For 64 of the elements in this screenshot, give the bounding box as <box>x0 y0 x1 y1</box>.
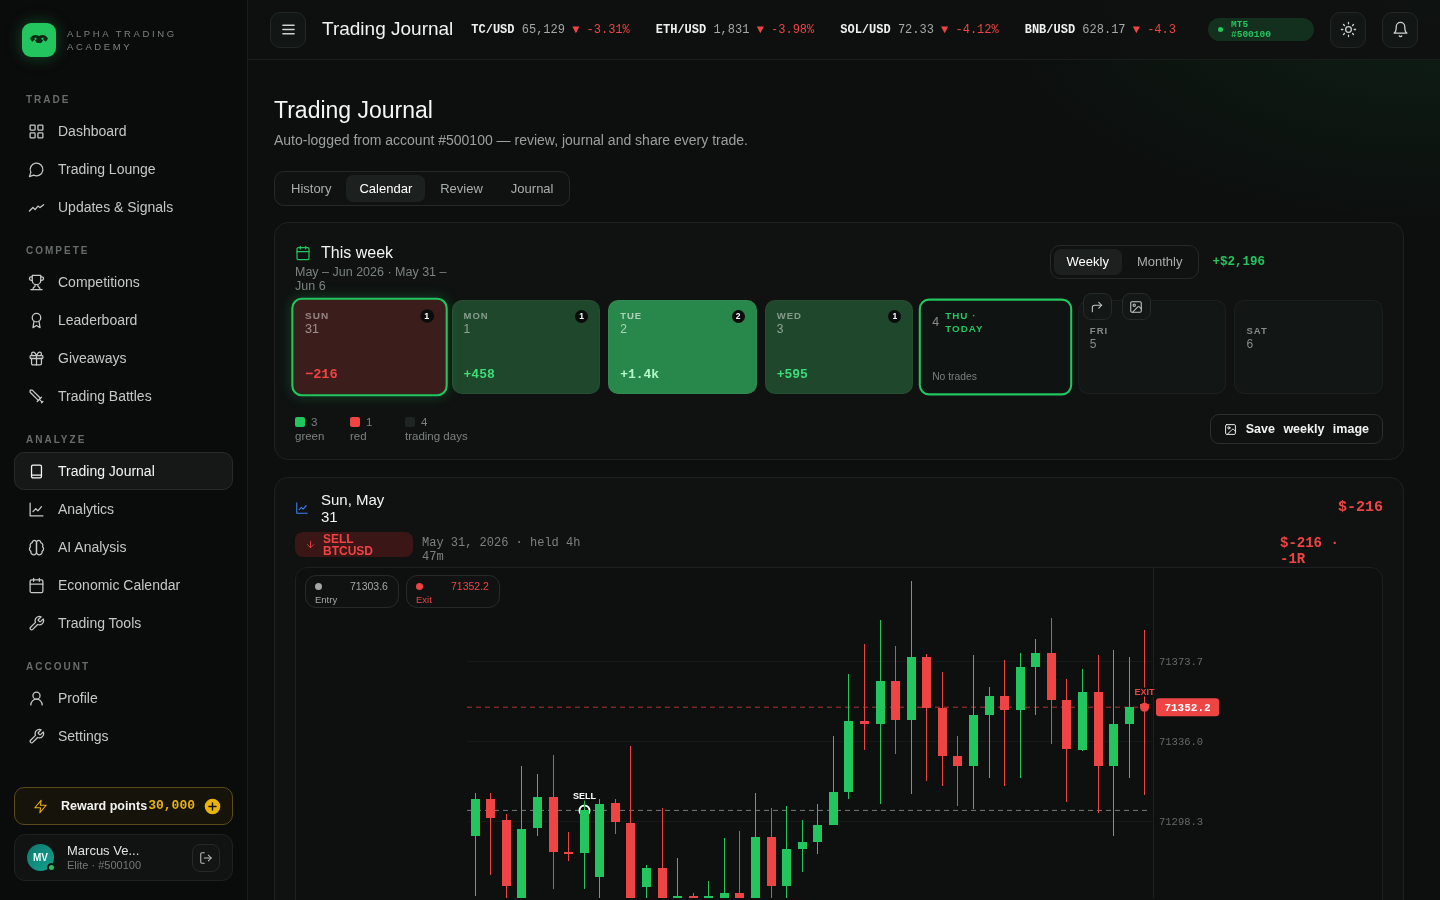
section-title: ANALYZE <box>25 433 87 447</box>
day-label: FRI <box>1089 325 1109 337</box>
reward-value: 30,000 <box>148 797 195 816</box>
brand-name: ALPHA TRADING ACADEMY <box>67 26 178 53</box>
marker-label: SELL <box>573 791 596 802</box>
day-pnl: +595 <box>776 365 808 384</box>
day-pnl: −216 <box>304 365 338 385</box>
trade-result: $-216 · -1R <box>1280 535 1340 567</box>
user-meta: Elite · #500100 <box>67 858 141 872</box>
trade-count: 1 <box>888 310 902 323</box>
date-range: May – Jun 2026 · May 31 – Jun 6 <box>295 265 448 293</box>
ticker-item: TC/USD 65,129 ▼ -3.31% <box>471 21 630 39</box>
day-label: MON <box>463 310 489 322</box>
trade-date: Sun, May 31 <box>321 491 386 525</box>
trade-pnl: $-216 <box>1338 497 1383 518</box>
reward-label: Reward points <box>61 797 149 815</box>
topbar-title: Trading Journal <box>322 17 454 42</box>
legend-label: trading days <box>405 429 468 443</box>
page-heading: Trading Journal <box>274 96 434 124</box>
day-label: SUN <box>304 309 330 322</box>
day-note: No trades <box>932 369 978 384</box>
avatar: MV <box>27 844 54 871</box>
day-date: 3 <box>776 322 784 337</box>
day-label: SAT <box>1246 325 1268 337</box>
legend-count: 1 <box>366 416 373 428</box>
ticker-item: SOL/USD 72.33 ▼ -4.12% <box>840 21 999 39</box>
week-total: +$2,196 <box>1212 253 1265 271</box>
day-label: TUE <box>620 310 643 322</box>
day-label: WED <box>776 310 802 322</box>
user-name: Marcus Ve... <box>67 843 140 859</box>
legend-label: Exit <box>415 594 432 605</box>
legend-value: 71303.6 <box>350 579 388 594</box>
legend-label: Entry <box>315 594 338 605</box>
axis-label: 71336.0 <box>1159 736 1204 749</box>
ticker-item: BNB/USD 628.17 ▼ -4.3 <box>1024 21 1176 39</box>
axis-label: 71298.3 <box>1159 816 1204 829</box>
day-pnl: +1.4k <box>620 365 660 384</box>
section-title: COMPETE <box>25 244 90 258</box>
trade-meta: May 31, 2026 · held 4h 47m <box>422 536 582 564</box>
section-title: ACCOUNT <box>25 660 90 674</box>
day-date: 1 <box>463 322 471 337</box>
ticker-item: ETH/USD 1,831 ▼ -3.98% <box>655 21 815 39</box>
page-subtitle: Auto-logged from account #500100 — review, journal and share every trade. <box>274 131 749 150</box>
day-date: 6 <box>1246 337 1254 352</box>
exit-price-tag: 71352.2 <box>1156 698 1219 717</box>
legend-label: red <box>350 429 367 443</box>
trade-count: 1 <box>575 310 589 323</box>
day-pnl: +458 <box>463 365 495 384</box>
trade-count: 1 <box>420 309 434 323</box>
legend-count: 3 <box>311 416 318 428</box>
legend-label: green <box>295 429 325 443</box>
day-date: 31 <box>304 321 319 338</box>
legend-count: 4 <box>421 416 428 428</box>
card-title: This week <box>321 243 394 263</box>
day-date: 5 <box>1089 337 1097 352</box>
axis-label: 71373.7 <box>1159 656 1204 669</box>
account-label: MT5 #500100 <box>1231 19 1272 40</box>
day-label: THU · TODAY <box>945 309 985 335</box>
position-label: SELL BTCUSD <box>323 532 374 557</box>
day-date: 4 <box>932 314 940 330</box>
day-date: 2 <box>620 322 627 337</box>
trade-count: 2 <box>731 310 745 323</box>
section-title: TRADE <box>25 93 71 107</box>
legend-value: 71352.2 <box>450 579 489 594</box>
